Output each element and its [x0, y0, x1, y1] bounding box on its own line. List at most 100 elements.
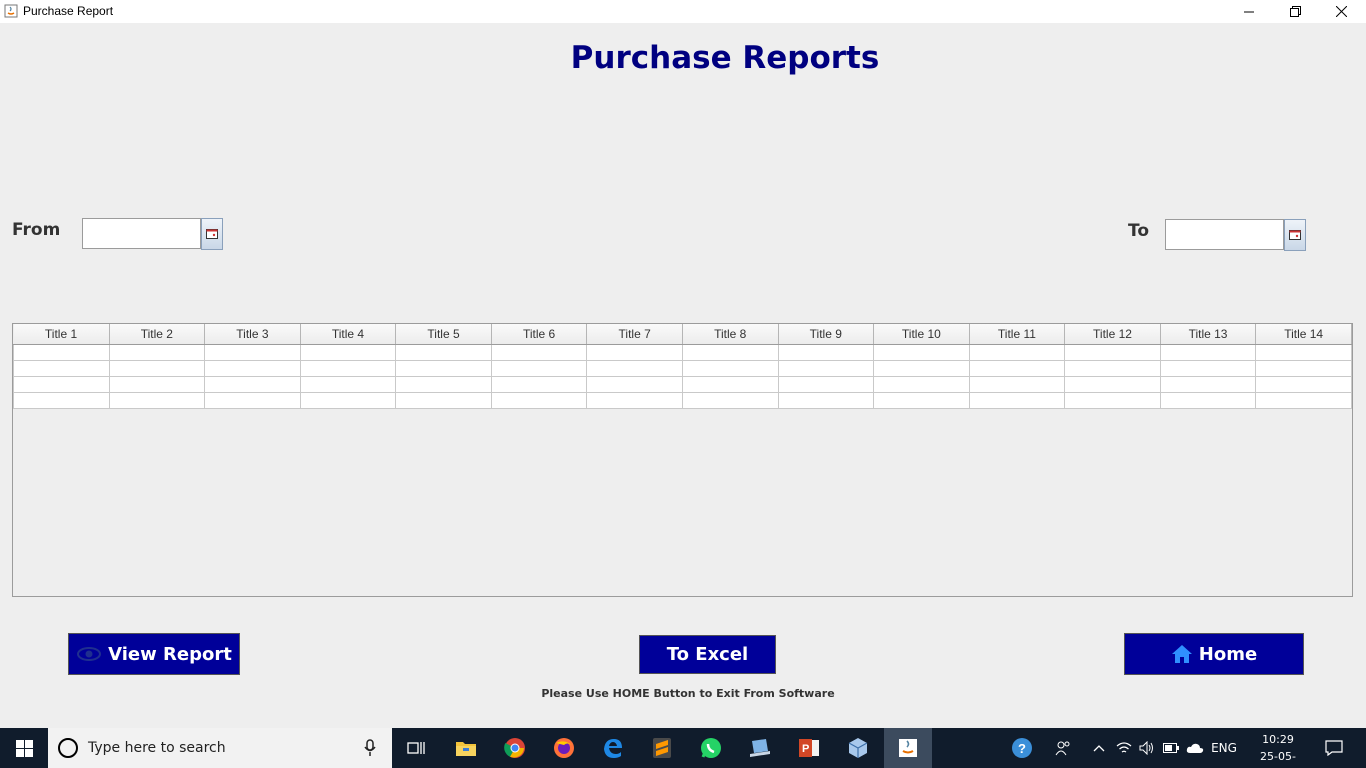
column-header[interactable]: Title 8: [682, 324, 779, 345]
table-cell[interactable]: [299, 391, 397, 409]
task-view-icon[interactable]: [392, 728, 440, 768]
language-indicator[interactable]: ENG: [1208, 728, 1240, 768]
table-cell[interactable]: [1159, 343, 1257, 361]
whatsapp-icon[interactable]: [687, 728, 735, 768]
column-header[interactable]: Title 1: [13, 324, 110, 345]
table-cell[interactable]: [968, 359, 1066, 377]
edge-icon[interactable]: [589, 728, 637, 768]
table-cell[interactable]: [1255, 359, 1352, 377]
table-cell[interactable]: [777, 391, 875, 409]
restore-button[interactable]: [1272, 0, 1318, 23]
table-cell[interactable]: [13, 391, 110, 409]
table-cell[interactable]: [586, 343, 683, 361]
table-cell[interactable]: [299, 375, 397, 393]
table-cell[interactable]: [1255, 375, 1352, 393]
table-cell[interactable]: [108, 375, 206, 393]
volume-icon[interactable]: [1136, 728, 1158, 768]
table-cell[interactable]: [968, 391, 1066, 409]
start-button[interactable]: [0, 728, 48, 768]
battery-icon[interactable]: [1160, 728, 1182, 768]
to-date-field[interactable]: [1165, 219, 1284, 250]
table-cell[interactable]: [1159, 391, 1257, 409]
table-row[interactable]: [13, 391, 1352, 409]
column-header[interactable]: Title 10: [873, 324, 970, 345]
table-cell[interactable]: [490, 391, 588, 409]
table-cell[interactable]: [777, 343, 875, 361]
table-cell[interactable]: [13, 343, 110, 361]
table-cell[interactable]: [299, 343, 397, 361]
column-header[interactable]: Title 9: [778, 324, 875, 345]
table-cell[interactable]: [873, 343, 970, 361]
from-calendar-button[interactable]: [201, 218, 223, 250]
close-button[interactable]: [1318, 0, 1364, 23]
help-icon[interactable]: ?: [1006, 728, 1038, 768]
table-cell[interactable]: [1064, 359, 1161, 377]
table-cell[interactable]: [777, 375, 875, 393]
table-cell[interactable]: [586, 375, 683, 393]
table-cell[interactable]: [681, 375, 779, 393]
table-cell[interactable]: [1064, 343, 1161, 361]
column-header[interactable]: Title 13: [1160, 324, 1257, 345]
purchase-table[interactable]: Title 1 Title 2 Title 3 Title 4 Title 5 Title…: [12, 323, 1353, 597]
onedrive-icon[interactable]: [1183, 728, 1207, 768]
microphone-icon[interactable]: [364, 739, 376, 757]
table-cell[interactable]: [108, 343, 206, 361]
table-cell[interactable]: [395, 343, 492, 361]
laptop-app-icon[interactable]: [736, 728, 784, 768]
table-cell[interactable]: [395, 375, 492, 393]
table-cell[interactable]: [108, 391, 206, 409]
to-excel-button[interactable]: To Excel: [639, 635, 776, 674]
column-header[interactable]: Title 7: [586, 324, 683, 345]
table-cell[interactable]: [586, 359, 683, 377]
taskbar-clock[interactable]: 10:29 25-05-2019: [1248, 731, 1308, 768]
table-cell[interactable]: [1159, 359, 1257, 377]
column-header[interactable]: Title 3: [204, 324, 301, 345]
table-cell[interactable]: [204, 375, 301, 393]
people-icon[interactable]: [1050, 728, 1076, 768]
table-cell[interactable]: [13, 359, 110, 377]
virtualbox-icon[interactable]: [834, 728, 882, 768]
taskbar-search-box[interactable]: Type here to search: [48, 728, 392, 768]
table-cell[interactable]: [777, 359, 875, 377]
table-cell[interactable]: [1255, 391, 1352, 409]
table-cell[interactable]: [968, 375, 1066, 393]
table-cell[interactable]: [395, 359, 492, 377]
table-cell[interactable]: [586, 391, 683, 409]
sublime-text-icon[interactable]: [638, 728, 686, 768]
from-date-field[interactable]: [82, 218, 201, 249]
table-row[interactable]: [13, 359, 1352, 377]
table-cell[interactable]: [299, 359, 397, 377]
table-cell[interactable]: [204, 343, 301, 361]
chrome-icon[interactable]: [491, 728, 539, 768]
column-header[interactable]: Title 6: [491, 324, 588, 345]
table-row[interactable]: [13, 375, 1352, 393]
table-cell[interactable]: [681, 359, 779, 377]
table-cell[interactable]: [1255, 343, 1352, 361]
table-cell[interactable]: [968, 343, 1066, 361]
table-cell[interactable]: [681, 343, 779, 361]
column-header[interactable]: Title 5: [395, 324, 492, 345]
table-cell[interactable]: [873, 359, 970, 377]
column-header[interactable]: Title 4: [300, 324, 397, 345]
table-cell[interactable]: [204, 359, 301, 377]
column-header[interactable]: Title 14: [1255, 324, 1352, 345]
action-center-icon[interactable]: [1318, 728, 1350, 768]
chevron-up-icon[interactable]: [1088, 728, 1110, 768]
powerpoint-icon[interactable]: P: [785, 728, 833, 768]
minimize-button[interactable]: [1226, 0, 1272, 23]
table-cell[interactable]: [490, 375, 588, 393]
home-button[interactable]: Home: [1124, 633, 1304, 675]
table-cell[interactable]: [395, 391, 492, 409]
table-cell[interactable]: [1159, 375, 1257, 393]
table-cell[interactable]: [873, 391, 970, 409]
column-header[interactable]: Title 11: [969, 324, 1066, 345]
table-cell[interactable]: [108, 359, 206, 377]
table-cell[interactable]: [13, 375, 110, 393]
table-cell[interactable]: [681, 391, 779, 409]
column-header[interactable]: Title 12: [1064, 324, 1161, 345]
table-cell[interactable]: [204, 391, 301, 409]
table-cell[interactable]: [873, 375, 970, 393]
to-calendar-button[interactable]: [1284, 219, 1306, 251]
table-cell[interactable]: [1064, 391, 1161, 409]
table-row[interactable]: [13, 343, 1352, 361]
